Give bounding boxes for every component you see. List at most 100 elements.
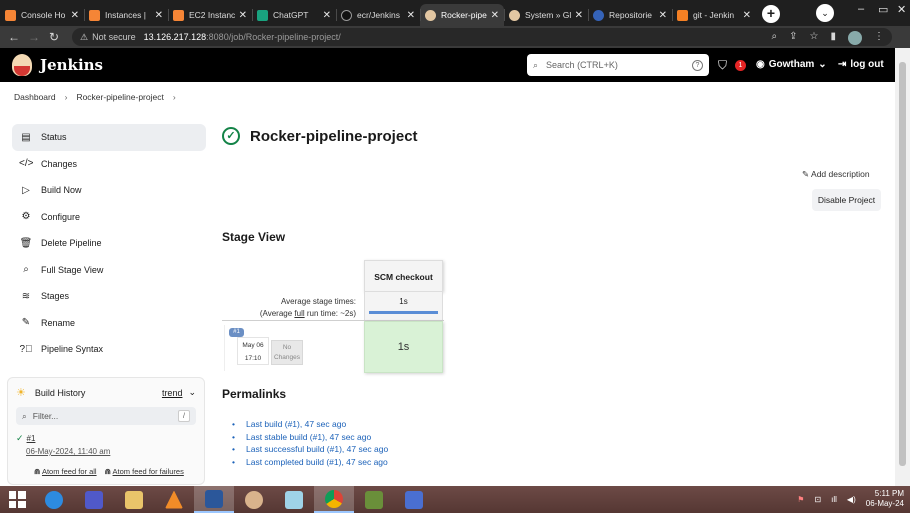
search-help-icon[interactable]: ? [692,59,703,71]
sidebar-item-status[interactable]: ▤ Status [12,124,206,151]
scrollbar-thumb[interactable] [899,62,906,466]
build-number-link[interactable]: #1 [27,434,36,443]
close-tab-icon[interactable]: ✕ [743,10,751,21]
close-tab-icon[interactable]: ✕ [575,10,583,21]
taskbar-app-word[interactable] [194,486,234,513]
tab-search-button[interactable]: ⌄ [816,4,834,22]
security-shield-icon[interactable]: ⛉ [718,58,727,73]
user-icon: ◉ [756,59,765,70]
disable-project-button[interactable]: Disable Project [812,189,881,211]
browser-tab[interactable]: System » Gl ✕ [504,4,588,26]
sidebar-toggle-icon[interactable]: ▮ [830,31,836,45]
taskbar-app-network[interactable] [394,486,434,513]
permalink-last-build[interactable]: Last build (#1), 47 sec ago [232,418,388,431]
atom-feed-failures[interactable]: ⋒ Atom feed for failures [105,467,184,476]
sidebar-item-configure[interactable]: ⚙ Configure [12,204,206,231]
start-button[interactable] [0,486,34,513]
permalink-last-completed[interactable]: Last completed build (#1), 47 sec ago [232,456,388,469]
page-scrollbar[interactable] [895,48,910,486]
close-window-icon[interactable]: ✕ [897,3,906,16]
taskbar-app-tool[interactable] [354,486,394,513]
close-tab-icon[interactable]: ✕ [239,10,247,21]
browser-tab-active[interactable]: Rocker-pipe ✕ [420,4,504,26]
close-tab-icon[interactable]: ✕ [407,10,415,21]
permalink-last-stable[interactable]: Last stable build (#1), 47 sec ago [232,431,388,444]
network-status-icon[interactable]: ⊡ [814,495,821,504]
volume-icon[interactable]: ◀) [847,495,856,504]
signal-icon[interactable]: ıll [831,495,837,504]
clock[interactable]: 5:11 PM 06-May-24 [866,489,904,509]
app-title[interactable]: Jenkins [40,56,103,74]
add-description-link[interactable]: ✎ Add description [802,169,870,180]
permalink-last-successful[interactable]: Last successful build (#1), 47 sec ago [232,443,388,456]
breadcrumb-dashboard[interactable]: Dashboard [14,92,56,102]
taskbar-app-vlc[interactable] [154,486,194,513]
taskbar-app-chrome[interactable] [314,486,354,513]
browser-menu-icon[interactable]: ⋮ [874,31,884,45]
browser-tab[interactable]: git - Jenkin ✕ [672,4,756,26]
close-tab-icon[interactable]: ✕ [323,10,331,21]
reload-icon[interactable]: ↻ [44,30,64,44]
search-box[interactable]: ⌕ Search (CTRL+K) ? [527,54,709,76]
system-tray: ⚑ ⊡ ıll ◀) 5:11 PM 06-May-24 [797,489,904,509]
zoom-search-icon[interactable]: ⌕ [772,31,778,45]
address-bar[interactable]: ⚠ Not secure 13.126.217.128 :8080/job/Ro… [72,28,892,46]
close-tab-icon[interactable]: ✕ [491,10,499,21]
sidebar-item-pipeline-syntax[interactable]: ?⃝ Pipeline Syntax [12,336,206,363]
build-date-link[interactable]: 06-May-2024, 11:40 am [26,447,196,456]
flag-icon[interactable]: ⚑ [797,495,804,504]
taskbar-app-explorer[interactable] [114,486,154,513]
taskbar-app-paint[interactable] [234,486,274,513]
run-info[interactable]: #1 May 06 17:10 No Changes [224,325,362,371]
stage-view-title: Stage View [222,230,286,244]
browser-tab[interactable]: EC2 Instanc ✕ [168,4,252,26]
profile-avatar-icon[interactable] [848,31,862,45]
tab-favicon-icon [5,9,16,21]
average-time-bar [369,311,438,314]
close-tab-icon[interactable]: ✕ [155,10,163,21]
chevron-right-icon[interactable]: › [173,92,176,102]
minimize-icon[interactable]: – [858,3,864,15]
gear-icon: ⚙ [21,211,31,223]
taskbar-app-ie[interactable] [34,486,74,513]
maximize-icon[interactable]: ▭ [878,3,888,16]
browser-tab[interactable]: Instances | ✕ [84,4,168,26]
user-name: Gowtham [768,59,815,70]
atom-feed-all[interactable]: ⋒ Atom feed for all [34,467,97,476]
forward-arrow-icon[interactable]: → [24,30,44,44]
close-tab-icon[interactable]: ✕ [659,10,667,21]
sidebar-item-build-now[interactable]: ▷ Build Now [12,177,206,204]
jenkins-logo-icon[interactable] [12,54,32,76]
stage-result-cell[interactable]: 1s [364,321,443,373]
sidebar-item-rename[interactable]: ✎ Rename [12,310,206,337]
build-filter-input[interactable]: ⌕ Filter... / [16,407,196,425]
side-panel: ▤ Status </> Changes ▷ Build Now ⚙ Configure… [12,124,206,363]
browser-tab[interactable]: ChatGPT ✕ [252,4,336,26]
logout-link[interactable]: ⇥ log out [838,59,884,70]
sidebar-item-delete-pipeline[interactable]: 🗑 Delete Pipeline [12,230,206,257]
user-menu[interactable]: ◉ Gowtham ⌄ [756,59,827,70]
chevron-down-icon[interactable]: ⌄ [188,387,196,398]
sidebar-item-stages[interactable]: ≋ Stages [12,283,206,310]
browser-tab[interactable]: ecr/Jenkins ✕ [336,4,420,26]
trend-link[interactable]: trend [162,388,183,398]
sidebar-item-full-stage-view[interactable]: ⌕ Full Stage View [12,257,206,284]
average-times-label: Average stage times: (Average full run t… [259,297,356,318]
notification-badge[interactable]: 1 [735,60,746,71]
security-label[interactable]: Not secure [92,32,136,42]
search-input[interactable]: Search (CTRL+K) [546,60,692,70]
sidebar-item-changes[interactable]: </> Changes [12,151,206,178]
new-tab-button[interactable]: + [762,5,780,23]
taskbar-app-notepad[interactable] [274,486,314,513]
taskbar-app-teams[interactable] [74,486,114,513]
run-tag[interactable]: #1 [229,328,244,337]
close-tab-icon[interactable]: ✕ [71,10,79,21]
share-icon[interactable]: ⇪ [789,31,797,45]
browser-tab[interactable]: Console Ho ✕ [0,4,84,26]
full-runtime-link[interactable]: full [294,309,304,318]
browser-tab[interactable]: Repositorie ✕ [588,4,672,26]
build-row[interactable]: ✓ #1 06-May-2024, 11:40 am [8,425,204,456]
back-arrow-icon[interactable]: ← [4,30,24,44]
breadcrumb-project[interactable]: Rocker-pipeline-project [76,92,163,102]
bookmark-star-icon[interactable]: ☆ [810,31,819,45]
